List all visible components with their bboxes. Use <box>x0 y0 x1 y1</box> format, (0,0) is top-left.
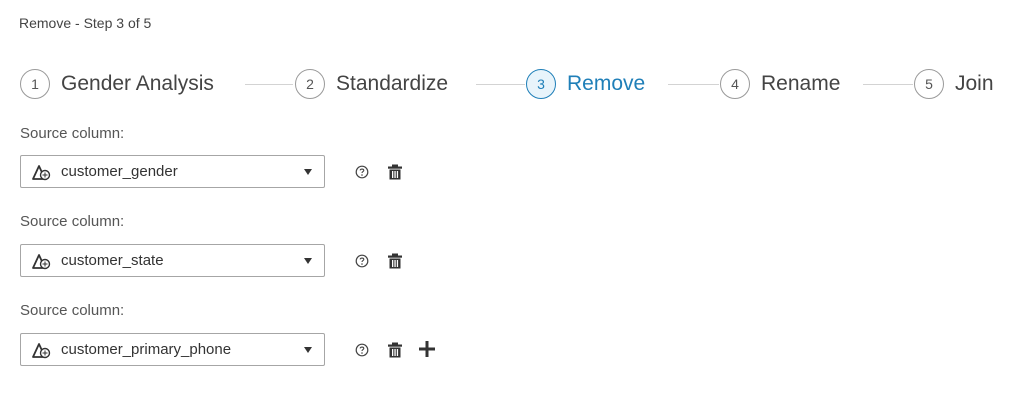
step-number: 2 <box>295 69 325 99</box>
chevron-down-icon <box>304 346 312 353</box>
step-number: 4 <box>720 69 750 99</box>
step-label: Join <box>955 72 994 95</box>
source-column-select[interactable]: customer_state <box>20 244 325 277</box>
source-column-value: customer_state <box>61 252 164 269</box>
step-label: Rename <box>761 72 841 95</box>
step-connector <box>245 84 293 85</box>
step-remove[interactable]: 3 Remove <box>526 67 645 101</box>
source-column-value: customer_primary_phone <box>61 341 232 358</box>
source-column-label: Source column: <box>20 302 125 319</box>
step-label: Gender Analysis <box>61 72 214 95</box>
source-column-label: Source column: <box>20 213 125 230</box>
step-connector <box>668 84 719 85</box>
source-column-select[interactable]: customer_gender <box>20 155 325 188</box>
step-connector <box>476 84 525 85</box>
chevron-down-icon <box>304 257 312 264</box>
stepper: 1 Gender Analysis 2 Standardize 3 Remove… <box>20 67 1024 101</box>
source-column-select[interactable]: customer_primary_phone <box>20 333 325 366</box>
step-standardize[interactable]: 2 Standardize <box>295 67 448 101</box>
trash-icon[interactable] <box>386 163 404 181</box>
character-column-icon <box>32 164 51 180</box>
step-label: Remove <box>567 72 646 95</box>
character-column-icon <box>32 342 51 358</box>
step-number: 1 <box>20 69 50 99</box>
trash-icon[interactable] <box>386 252 404 270</box>
step-number: 5 <box>914 69 944 99</box>
step-label: Standardize <box>336 72 449 95</box>
character-column-icon <box>32 253 51 269</box>
step-gender-analysis[interactable]: 1 Gender Analysis <box>20 67 214 101</box>
step-connector <box>863 84 913 85</box>
plus-icon[interactable] <box>418 340 436 358</box>
help-icon[interactable] <box>355 254 369 268</box>
step-number: 3 <box>526 69 556 99</box>
source-column-value: customer_gender <box>61 163 178 180</box>
page-title: Remove - Step 3 of 5 <box>19 15 152 31</box>
chevron-down-icon <box>304 168 312 175</box>
step-rename[interactable]: 4 Rename <box>720 67 840 101</box>
help-icon[interactable] <box>355 343 369 357</box>
trash-icon[interactable] <box>386 341 404 359</box>
source-column-label: Source column: <box>20 125 125 142</box>
help-icon[interactable] <box>355 165 369 179</box>
step-join[interactable]: 5 Join <box>914 67 994 101</box>
